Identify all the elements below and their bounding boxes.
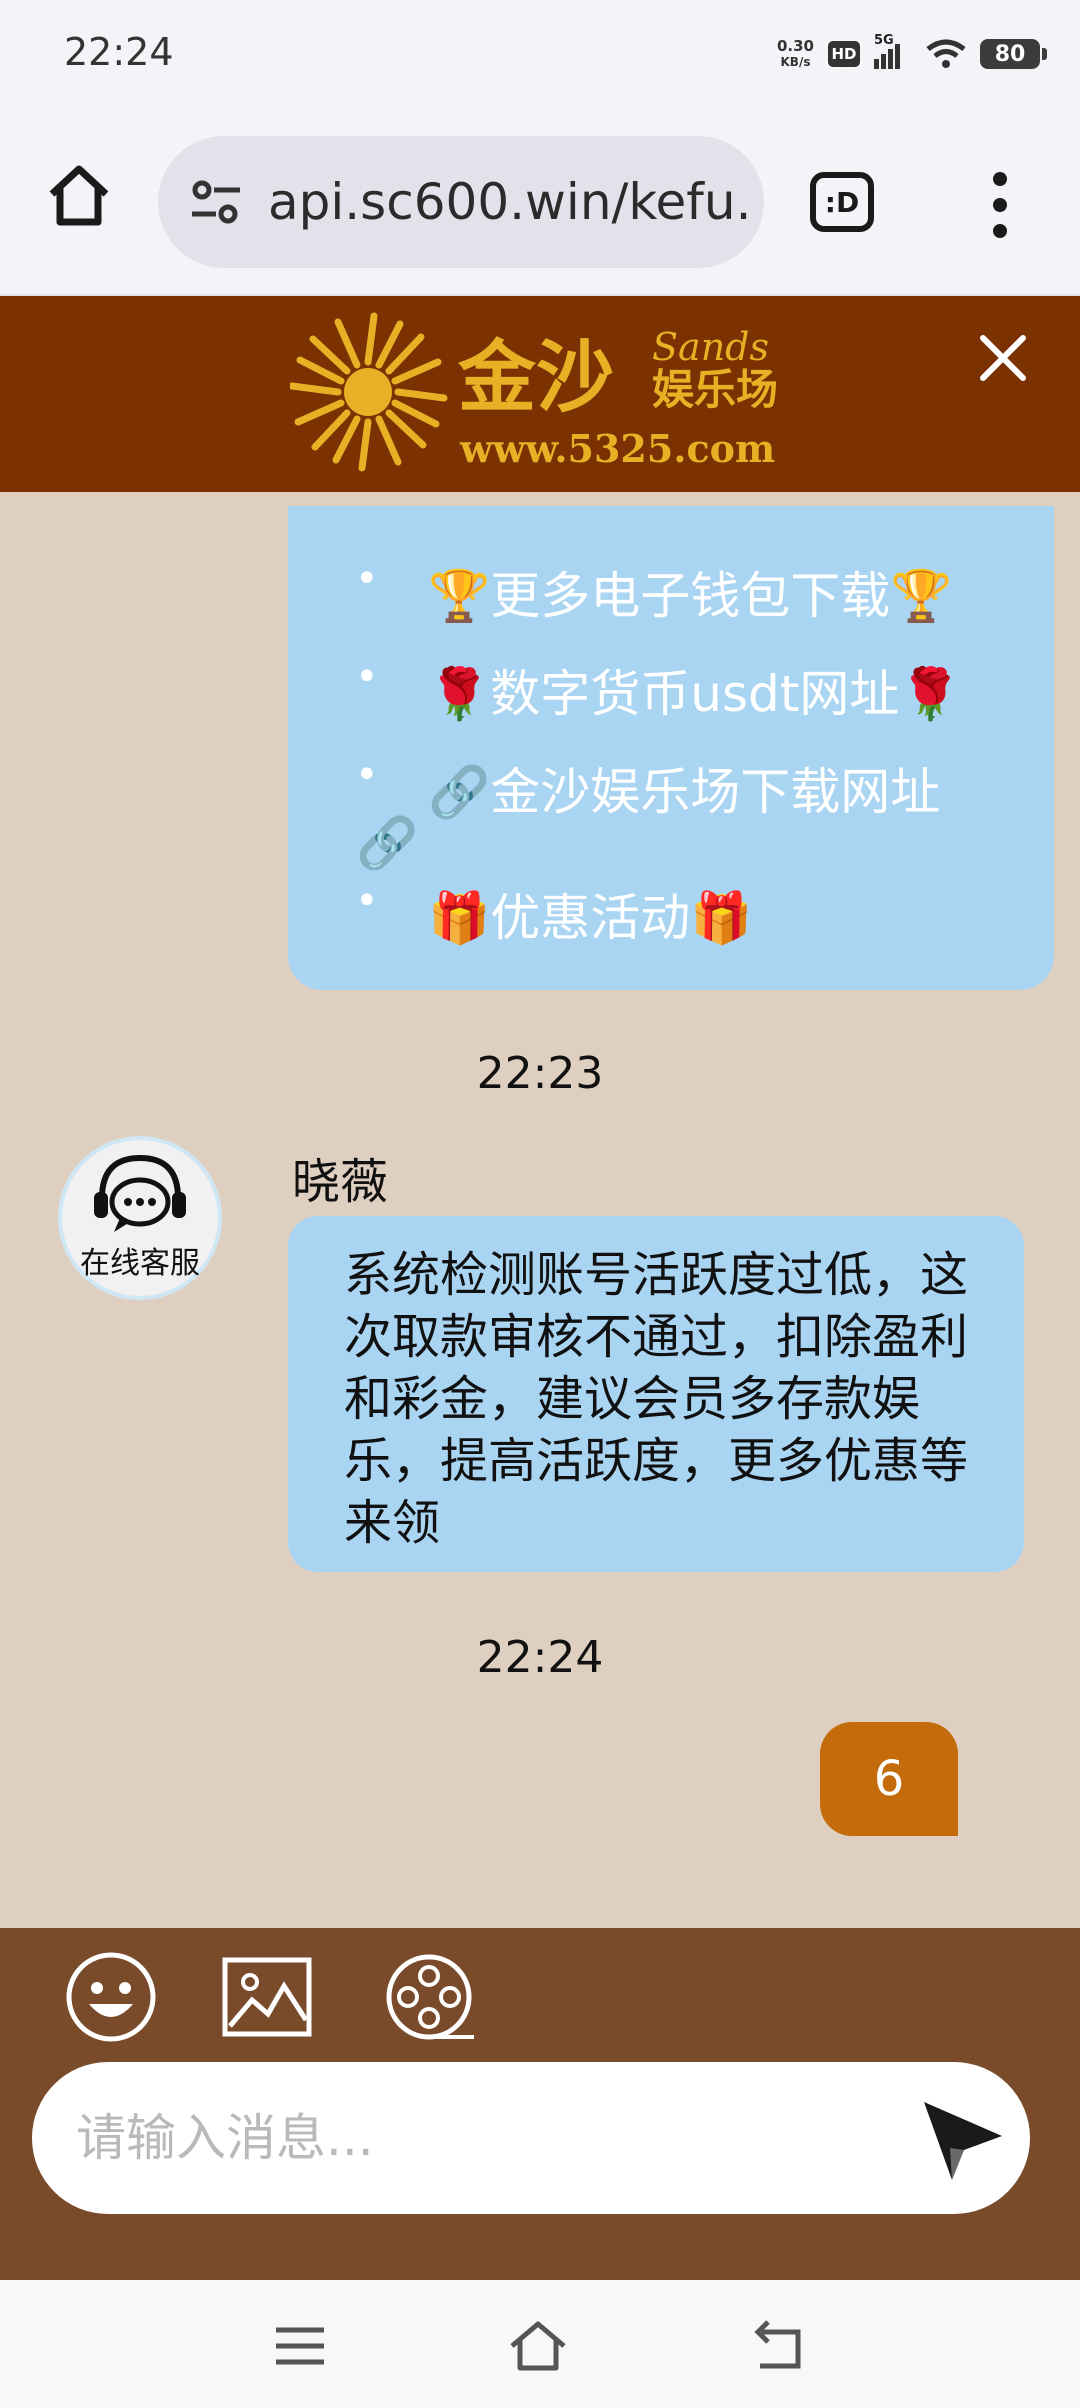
link-menu-label: 数字货币usdt网址	[490, 665, 900, 723]
link-menu-bubble: • 🏆更多电子钱包下载🏆 • 🌹数字货币usdt网址🌹 • 🔗金沙娱乐场下载网址…	[288, 506, 1054, 990]
trophy-icon: 🏆	[428, 567, 491, 625]
status-icons: 0.30 KB/s HD 5G 80	[777, 32, 1047, 76]
composer-panel	[0, 1928, 1080, 2280]
tab-switcher-icon[interactable]: :D	[810, 172, 874, 232]
logo-name: 金沙	[457, 332, 614, 423]
cellular-signal-icon: 5G	[874, 33, 912, 69]
avatar-label: 在线客服	[80, 1246, 200, 1281]
link-menu-label: 金沙娱乐场下载网址	[490, 763, 941, 821]
film-reel-icon[interactable]	[382, 1950, 476, 2044]
home-icon[interactable]	[44, 160, 114, 230]
network-type-label: 5G	[874, 33, 894, 48]
rose-icon: 🌹	[899, 665, 962, 723]
agent-message-bubble[interactable]: 系统检测账号活跃度过低，这次取款审核不通过，扣除盈利和彩金，建议会员多存款娱乐，…	[288, 1216, 1024, 1572]
status-time: 22:24	[64, 30, 174, 74]
browser-toolbar: api.sc600.win/kefu. :D	[0, 110, 1080, 296]
recent-apps-icon[interactable]	[270, 2316, 330, 2376]
wifi-icon	[926, 39, 966, 68]
message-timestamp: 22:23	[476, 1048, 604, 1099]
hd-icon: HD	[828, 41, 860, 67]
address-bar[interactable]: api.sc600.win/kefu.	[158, 136, 764, 268]
status-bar: 22:24 0.30 KB/s HD 5G 80	[0, 0, 1080, 110]
emoji-smile-icon[interactable]	[64, 1950, 158, 2044]
trophy-icon: 🏆	[890, 567, 953, 625]
network-speed-unit: KB/s	[780, 55, 811, 69]
send-icon[interactable]	[912, 2088, 1012, 2188]
agent-name: 晓薇	[292, 1154, 389, 1210]
gift-icon: 🎁	[428, 889, 491, 947]
image-icon[interactable]	[220, 1950, 314, 2044]
link-icon: 🔗	[428, 763, 491, 821]
agent-avatar[interactable]: 在线客服	[58, 1136, 222, 1300]
tune-icon[interactable]	[186, 172, 246, 232]
logo-subtitle: 娱乐场	[652, 365, 778, 414]
rose-icon: 🌹	[428, 665, 491, 723]
sands-logo: 金沙 Sands 娱乐场 www.5325.com	[290, 312, 778, 472]
more-vert-icon[interactable]	[980, 172, 1020, 238]
site-header: 金沙 Sands 娱乐场 www.5325.com	[0, 296, 1080, 492]
message-input[interactable]	[76, 2062, 896, 2214]
home-nav-icon[interactable]	[508, 2316, 568, 2376]
back-icon[interactable]	[748, 2316, 808, 2376]
system-nav-bar	[0, 2280, 1080, 2408]
message-input-box[interactable]	[32, 2062, 1030, 2214]
gift-icon: 🎁	[690, 889, 753, 947]
url-text[interactable]: api.sc600.win/kefu.	[268, 173, 748, 231]
link-icon: 🔗	[356, 814, 419, 872]
close-icon[interactable]	[975, 330, 1031, 386]
chat-messages[interactable]: • 🏆更多电子钱包下载🏆 • 🌹数字货币usdt网址🌹 • 🔗金沙娱乐场下载网址…	[0, 492, 1080, 1928]
message-timestamp: 22:24	[476, 1632, 604, 1683]
network-speed: 0.30 KB/s	[777, 38, 814, 70]
link-menu-label: 更多电子钱包下载	[490, 567, 891, 625]
logo-english: Sands	[652, 325, 769, 369]
user-message-bubble[interactable]: 6	[820, 1722, 958, 1836]
headset-icon	[94, 1154, 186, 1232]
battery-icon: 80	[980, 39, 1047, 69]
logo-url: www.5325.com	[459, 426, 775, 471]
link-menu-label: 优惠活动	[490, 889, 691, 947]
network-speed-value: 0.30	[776, 37, 814, 55]
